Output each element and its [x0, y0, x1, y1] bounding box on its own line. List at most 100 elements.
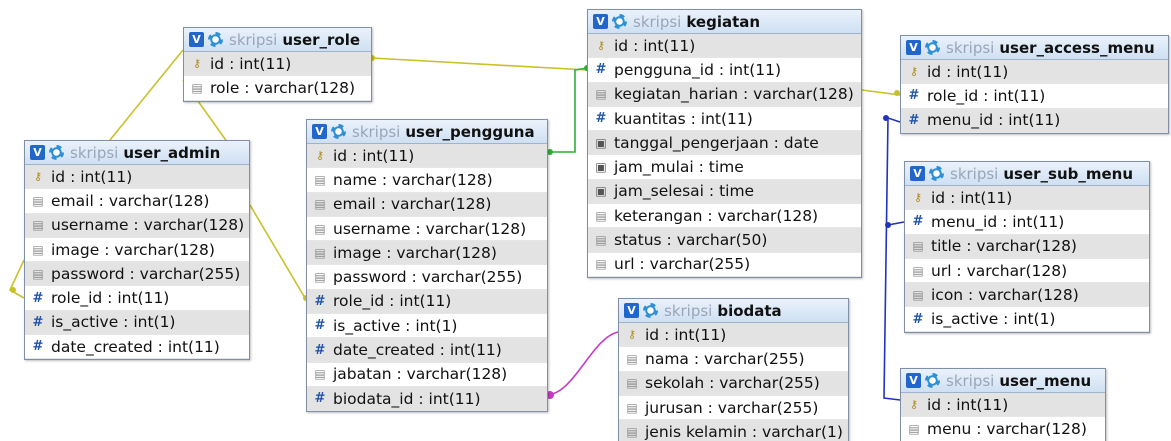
string-icon: ▤ — [595, 257, 607, 272]
relation-dot-blue — [883, 115, 889, 121]
table-column-row[interactable]: ⚷ id : int(11) — [25, 165, 249, 190]
table-column-row[interactable]: ▤ menu : varchar(128) — [901, 417, 1105, 441]
string-icon: ▤ — [626, 400, 638, 415]
table-user-menu[interactable]: Vskripsi user_menu ⚷ id : int(11) ▤ menu : va… — [900, 368, 1106, 441]
gear-icon[interactable] — [925, 40, 940, 55]
v-toggle-icon[interactable]: V — [906, 40, 921, 55]
v-toggle-icon[interactable]: V — [189, 32, 204, 47]
gear-icon[interactable] — [925, 373, 940, 388]
table-header[interactable]: Vskripsi user_role — [184, 28, 371, 52]
table-column-row[interactable]: ▤ username : varchar(128) — [25, 213, 249, 238]
table-user-admin[interactable]: Vskripsi user_admin ⚷ id : int(11) ▤ email : … — [24, 140, 250, 361]
table-column-row[interactable]: ▤ password : varchar(255) — [307, 265, 547, 290]
table-header[interactable]: Vskripsi user_access_menu — [901, 36, 1168, 60]
table-name: user_admin — [123, 143, 221, 162]
table-column-row[interactable]: ▤ role : varchar(128) — [184, 76, 371, 101]
table-column-row[interactable]: ▤ icon : varchar(128) — [905, 283, 1149, 308]
table-header[interactable]: Vskripsi user_admin — [25, 141, 249, 165]
table-column-row[interactable]: ⚷ id : int(11) — [905, 186, 1149, 211]
table-column-row[interactable]: # role_id : int(11) — [307, 289, 547, 315]
relation-user-role-admin — [109, 49, 184, 141]
table-column-row[interactable]: ▤ jenis kelamin : varchar(1) — [619, 420, 848, 441]
gear-icon[interactable] — [929, 166, 944, 181]
table-column-row[interactable]: ▤ username : varchar(128) — [307, 216, 547, 242]
table-column-row[interactable]: ▣ tanggal_pengerjaan : date — [588, 131, 861, 156]
table-column-row[interactable]: # date_created : int(11) — [25, 335, 249, 360]
v-toggle-icon[interactable]: V — [30, 145, 45, 160]
relation-menu-access — [883, 116, 901, 401]
table-header[interactable]: Vskripsi biodata — [619, 299, 848, 323]
table-header[interactable]: Vskripsi kegiatan — [588, 10, 861, 34]
table-column-row[interactable]: # biodata_id : int(11) — [307, 386, 547, 412]
table-user-role[interactable]: Vskripsi user_role ⚷ id : int(11) ▤ role : va… — [183, 27, 372, 102]
relation-pengguna-kegiatan — [548, 67, 588, 153]
hash-icon: # — [32, 290, 44, 306]
table-column-row[interactable]: ▣ jam_mulai : time — [588, 155, 861, 180]
table-user-sub-menu[interactable]: Vskripsi user_sub_menu ⚷ id : int(11) # menu_… — [904, 161, 1150, 333]
table-column-row[interactable]: ▤ email : varchar(128) — [307, 192, 547, 217]
table-column-row[interactable]: ▣ jam_selesai : time — [588, 179, 861, 205]
table-column-row[interactable]: # role_id : int(11) — [901, 84, 1168, 109]
column-label: id : int(11) — [333, 146, 415, 165]
table-column-row[interactable]: # menu_id : int(11) — [905, 210, 1149, 235]
gear-icon[interactable] — [643, 303, 658, 318]
column-label: image : varchar(128) — [51, 240, 215, 259]
table-column-row[interactable]: # menu_id : int(11) — [901, 108, 1168, 133]
table-header[interactable]: Vskripsi user_menu — [901, 369, 1105, 393]
table-kegiatan[interactable]: Vskripsi kegiatan ⚷ id : int(11) # pengguna_i… — [587, 9, 862, 278]
table-column-row[interactable]: ▤ sekolah : varchar(255) — [619, 371, 848, 396]
table-name: user_role — [282, 30, 361, 49]
table-header[interactable]: Vskripsi user_sub_menu — [905, 162, 1149, 186]
table-column-row[interactable]: # is_active : int(1) — [307, 314, 547, 339]
table-name: user_sub_menu — [1003, 164, 1134, 183]
hash-icon: # — [32, 314, 44, 330]
table-column-row[interactable]: ▤ title : varchar(128) — [905, 234, 1149, 259]
column-label: role_id : int(11) — [333, 292, 452, 311]
table-column-row[interactable]: ⚷ id : int(11) — [307, 144, 547, 169]
table-column-row[interactable]: # pengguna_id : int(11) — [588, 58, 861, 83]
table-column-row[interactable]: # kuantitas : int(11) — [588, 106, 861, 132]
table-user-pengguna[interactable]: Vskripsi user_pengguna ⚷ id : int(11) ▤ name … — [306, 119, 548, 413]
table-column-row[interactable]: ⚷ id : int(11) — [619, 323, 848, 348]
table-header[interactable]: Vskripsi user_pengguna — [307, 120, 547, 144]
table-column-row[interactable]: ▤ name : varchar(128) — [307, 168, 547, 193]
table-column-row[interactable]: ▤ password : varchar(255) — [25, 262, 249, 287]
table-column-row[interactable]: ▤ email : varchar(128) — [25, 189, 249, 214]
table-column-row[interactable]: ▤ status : varchar(50) — [588, 228, 861, 253]
v-toggle-icon[interactable]: V — [312, 124, 327, 139]
table-column-row[interactable]: ⚷ id : int(11) — [901, 393, 1105, 418]
table-column-row[interactable]: ▤ url : varchar(255) — [588, 252, 861, 277]
string-icon: ▤ — [32, 266, 44, 281]
table-column-row[interactable]: # is_active : int(1) — [905, 307, 1149, 332]
v-toggle-icon[interactable]: V — [906, 373, 921, 388]
table-column-row[interactable]: ⚷ id : int(11) — [184, 52, 371, 77]
table-biodata[interactable]: Vskripsi biodata ⚷ id : int(11) ▤ nama : varc… — [618, 298, 849, 441]
v-toggle-icon[interactable]: V — [624, 303, 639, 318]
v-toggle-icon[interactable]: V — [910, 166, 925, 181]
table-column-row[interactable]: ▤ url : varchar(128) — [905, 258, 1149, 284]
table-column-row[interactable]: ▤ image : varchar(128) — [25, 237, 249, 263]
hash-icon: # — [908, 88, 920, 104]
v-toggle-icon[interactable]: V — [593, 14, 608, 29]
gear-icon[interactable] — [612, 14, 627, 29]
gear-icon[interactable] — [49, 145, 64, 160]
table-column-row[interactable]: ▤ keterangan : varchar(128) — [588, 204, 861, 229]
gear-icon[interactable] — [331, 124, 346, 139]
column-label: tanggal_pengerjaan : date — [614, 133, 819, 152]
table-column-row[interactable]: ▤ nama : varchar(255) — [619, 347, 848, 372]
table-column-row[interactable]: # is_active : int(1) — [25, 310, 249, 336]
table-column-row[interactable]: # role_id : int(11) — [25, 286, 249, 311]
table-db-name: skripsi — [70, 143, 119, 162]
column-label: biodata_id : int(11) — [333, 389, 481, 408]
column-label: jabatan : varchar(128) — [333, 365, 508, 384]
table-column-row[interactable]: ▤ kegiatan_harian : varchar(128) — [588, 82, 861, 107]
table-column-row[interactable]: ⚷ id : int(11) — [588, 34, 861, 59]
table-column-row[interactable]: ▤ jurusan : varchar(255) — [619, 395, 848, 421]
string-icon: ▤ — [314, 367, 326, 382]
table-column-row[interactable]: ▤ image : varchar(128) — [307, 241, 547, 266]
table-column-row[interactable]: # date_created : int(11) — [307, 338, 547, 363]
table-column-row[interactable]: ▤ jabatan : varchar(128) — [307, 362, 547, 387]
gear-icon[interactable] — [208, 32, 223, 47]
table-column-row[interactable]: ⚷ id : int(11) — [901, 60, 1168, 85]
table-user-access-menu[interactable]: Vskripsi user_access_menu ⚷ id : int(11) # ro… — [900, 35, 1169, 134]
